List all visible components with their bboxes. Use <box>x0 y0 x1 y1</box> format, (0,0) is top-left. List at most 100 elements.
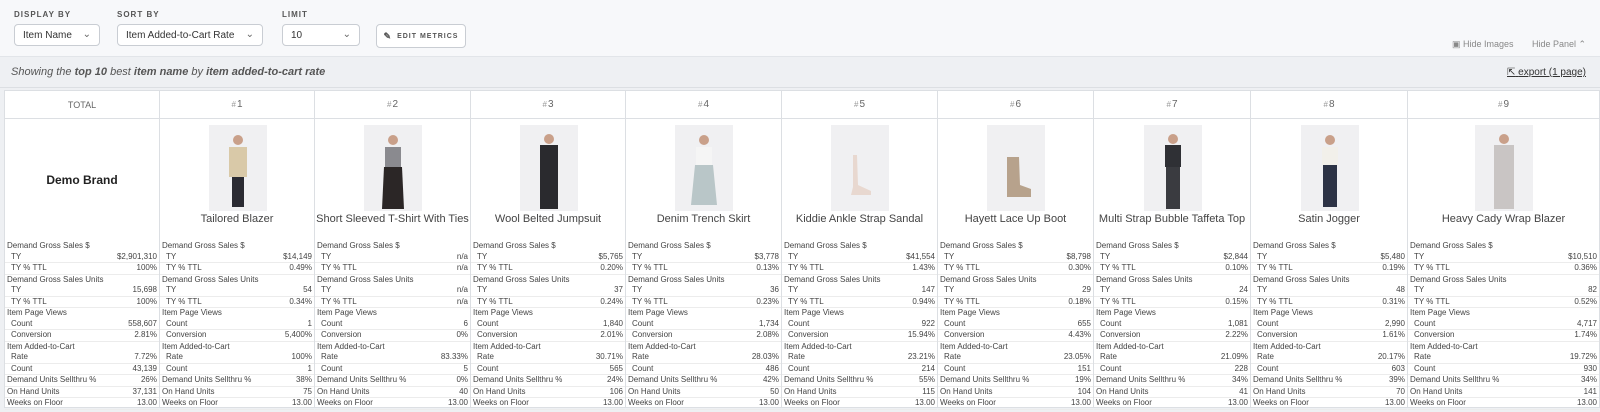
display-by-select[interactable]: Item Name ⌄ <box>14 24 100 46</box>
metric-label: TY <box>1100 285 1111 294</box>
metric-label: Item Added-to-Cart <box>7 341 75 351</box>
metric-label: TY <box>788 285 799 294</box>
product-name[interactable]: Tailored Blazer <box>160 213 314 225</box>
metrics-block: Demand Gross Sales $ TY $3,778 TY % TTL 0.13… <box>626 241 781 410</box>
metric-row: Rate 19.72% <box>1408 352 1599 364</box>
metric-label: On Hand Units <box>162 386 215 396</box>
product-name[interactable]: Short Sleeved T-Shirt With Ties <box>315 213 470 225</box>
metric-value: 104 <box>1077 386 1091 396</box>
metric-row: TY % TTL 0.20% <box>471 263 625 275</box>
metric-label: Count <box>166 363 188 373</box>
rank-header: #7 <box>1094 91 1250 119</box>
metric-label: Item Page Views <box>940 308 1000 317</box>
metric-row: TY $8,798 <box>938 252 1093 263</box>
wool-belted-jumpsuit-image[interactable] <box>520 125 578 211</box>
metric-value: $5,480 <box>1380 251 1405 261</box>
metric-row: On Hand Units 50 <box>626 386 781 398</box>
product-name[interactable]: Heavy Cady Wrap Blazer <box>1408 213 1599 225</box>
item-column[interactable]: #7 Multi Strap Bubble Taffeta Top Demand G… <box>1094 91 1251 410</box>
cady-wrap-blazer-image[interactable] <box>1475 125 1533 211</box>
metric-row: TY 37 <box>471 285 625 297</box>
product-name[interactable]: Denim Trench Skirt <box>626 213 781 225</box>
metric-label: Demand Gross Sales $ <box>784 241 867 250</box>
display-by-label: DISPLAY BY <box>14 10 72 19</box>
metric-row: Weeks on Floor 13.00 <box>160 398 314 410</box>
product-name[interactable]: Hayett Lace Up Boot <box>938 213 1093 225</box>
metric-label: TY % TTL <box>1100 296 1136 306</box>
metric-label: TY % TTL <box>632 296 668 306</box>
lace-up-boot-image[interactable] <box>987 125 1045 211</box>
item-column[interactable]: #4 Denim Trench Skirt Demand Gross Sales $… <box>626 91 782 410</box>
item-column[interactable]: #3 Wool Belted Jumpsuit Demand Gross Sales… <box>471 91 626 410</box>
product-name[interactable]: Wool Belted Jumpsuit <box>471 213 625 225</box>
metric-value: 2.81% <box>134 330 157 339</box>
hide-images-label: Hide Images <box>1463 39 1514 49</box>
metric-row: Count 558,607 <box>5 319 159 330</box>
results-summary: Showing the top 10 best item name by ite… <box>11 66 325 78</box>
ankle-strap-sandal-image[interactable] <box>831 125 889 211</box>
metric-label: Demand Units Sellthru % <box>1410 375 1500 384</box>
metric-label: Rate <box>166 352 183 361</box>
metric-row: Item Page Views <box>782 308 937 319</box>
metric-value: 655 <box>1077 318 1091 328</box>
item-column[interactable]: #9 Heavy Cady Wrap Blazer Demand Gross Sal… <box>1408 91 1599 410</box>
metric-row: TY % TTL 0.94% <box>782 297 937 308</box>
item-column[interactable]: #8 Satin Jogger Demand Gross Sales $ TY $5,4… <box>1251 91 1408 410</box>
item-column[interactable]: #5 Kiddie Ankle Strap Sandal Demand Gross … <box>782 91 938 410</box>
metric-value: 5,400% <box>284 330 312 339</box>
rank-number: 2 <box>392 99 398 110</box>
metric-row: TY % TTL 0.24% <box>471 297 625 308</box>
product-illustration <box>851 155 871 195</box>
product-name[interactable]: Kiddie Ankle Strap Sandal <box>782 213 937 225</box>
metric-value: 42% <box>762 375 779 384</box>
item-column[interactable]: #1 Tailored Blazer Demand Gross Sales $ TY $… <box>160 91 315 410</box>
metrics-block: Demand Gross Sales $ TY $2,901,310 TY % TTL… <box>5 241 159 410</box>
metric-row: Weeks on Floor 13.00 <box>1408 398 1599 410</box>
limit-select[interactable]: 10 ⌄ <box>282 24 360 46</box>
product-name[interactable]: Multi Strap Bubble Taffeta Top <box>1094 213 1250 225</box>
metric-value: 39% <box>1388 375 1405 384</box>
metric-value: 0.34% <box>289 296 312 306</box>
hide-panel-link[interactable]: Hide Panel ⌃ <box>1532 39 1586 50</box>
metric-value: 100% <box>136 296 157 306</box>
metric-row: Demand Gross Sales Units <box>938 275 1093 286</box>
item-column[interactable]: #6 Hayett Lace Up Boot Demand Gross Sales … <box>938 91 1094 410</box>
metric-value: n/a <box>456 263 468 272</box>
metric-row: Weeks on Floor 13.00 <box>1094 398 1250 410</box>
short-sleeved-tshirt-image[interactable] <box>364 125 422 211</box>
metric-label: On Hand Units <box>628 386 681 396</box>
metric-value: 13.00 <box>1576 398 1597 407</box>
denim-trench-skirt-image[interactable] <box>675 125 733 211</box>
satin-jogger-image[interactable] <box>1301 125 1359 211</box>
metric-row: TY n/a <box>315 285 470 297</box>
metric-row: TY % TTL 100% <box>5 263 159 275</box>
metric-label: Demand Units Sellthru % <box>473 375 563 384</box>
export-link[interactable]: ⇱ export (1 page) <box>1507 67 1586 78</box>
metric-row: Demand Gross Sales $ <box>315 241 470 252</box>
metric-label: Weeks on Floor <box>628 398 684 407</box>
metric-value: 0.30% <box>1068 263 1091 272</box>
metric-row: Demand Units Sellthru % 24% <box>471 375 625 387</box>
metric-value: 0.23% <box>756 296 779 306</box>
product-name[interactable]: Satin Jogger <box>1251 213 1407 225</box>
metric-label: Demand Gross Sales Units <box>317 274 414 284</box>
metric-value: 922 <box>921 318 935 328</box>
sort-by-select[interactable]: Item Added-to-Cart Rate ⌄ <box>117 24 263 46</box>
metric-row: Rate 21.09% <box>1094 352 1250 364</box>
metric-label: Demand Gross Sales $ <box>1253 241 1336 250</box>
hash-icon: # <box>542 100 547 109</box>
metric-row: Demand Gross Sales $ <box>782 241 937 252</box>
edit-metrics-button[interactable]: ✎ EDIT METRICS <box>376 24 466 48</box>
hide-images-link[interactable]: ▣ Hide Images <box>1452 39 1514 50</box>
item-column[interactable]: #2 Short Sleeved T-Shirt With Ties Demand … <box>315 91 471 410</box>
taffeta-top-image[interactable] <box>1144 125 1202 211</box>
metric-row: Weeks on Floor 13.00 <box>315 398 470 410</box>
metric-row: Count 655 <box>938 318 1093 330</box>
metric-label: Demand Units Sellthru % <box>1253 375 1343 384</box>
metrics-block: Demand Gross Sales $ TY n/a TY % TTL n/a Dema… <box>315 241 470 410</box>
metric-label: Item Page Views <box>162 308 222 317</box>
summary-metric: item added-to-cart rate <box>206 66 326 78</box>
metric-value: 13.00 <box>1384 398 1405 407</box>
tailored-blazer-image[interactable] <box>209 125 267 211</box>
rank-number: 8 <box>1328 99 1335 110</box>
